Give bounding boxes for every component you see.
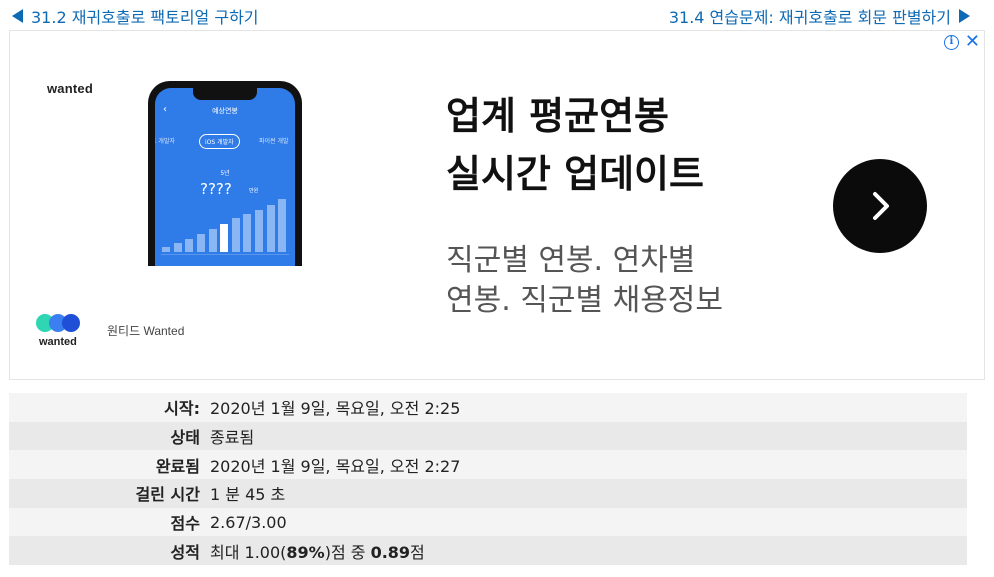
grade-suffix: 점 <box>410 542 425 562</box>
phone-chart-axis <box>161 254 289 260</box>
summary-row-grade: 성적 최대 1.00(89%)점 중 0.89점 <box>9 536 967 566</box>
summary-label: 상태 <box>9 421 208 451</box>
ad-cta-button[interactable] <box>833 159 927 253</box>
phone-notch <box>193 88 257 100</box>
advertisement-banner[interactable]: i ✕ wanted ‹ 예상연봉 드 개발자 iOS 개발자 파이썬 개발 5… <box>9 30 985 380</box>
phone-chart-bar <box>231 218 240 252</box>
phone-title: 예상연봉 <box>212 107 238 115</box>
brand-name: wanted <box>39 336 77 348</box>
phone-tab: 드 개발자 <box>155 138 175 145</box>
next-lesson-label: 31.4 연습문제: 재귀호출로 회문 판별하기 <box>668 8 951 27</box>
phone-salary-chart <box>161 192 289 252</box>
grade-middle: )점 중 <box>324 542 371 562</box>
grade-percent: 89% <box>286 542 325 562</box>
ad-subtext-line: 연봉. 직군별 채용정보 <box>446 283 724 318</box>
summary-label: 완료됨 <box>9 450 208 480</box>
summary-row: 상태 종료됨 <box>9 421 967 451</box>
summary-label: 점수 <box>9 507 208 537</box>
next-lesson-link[interactable]: 31.4 연습문제: 재귀호출로 회문 판별하기 <box>669 4 970 28</box>
prev-lesson-label: 31.2 재귀호출로 팩토리얼 구하기 <box>31 8 259 27</box>
phone-chart-bar <box>162 247 170 252</box>
wanted-logo: wanted <box>47 81 93 96</box>
phone-chart-bar <box>243 214 252 252</box>
phone-screen: ‹ 예상연봉 드 개발자 iOS 개발자 파이썬 개발 5년 ???? 만원 <box>155 88 295 266</box>
summary-row: 점수 2.67/3.00 <box>9 507 967 537</box>
phone-tabs: 드 개발자 iOS 개발자 파이썬 개발 <box>155 134 295 150</box>
phone-chart-bar <box>255 210 264 252</box>
brand-dot <box>62 314 80 332</box>
summary-value: 종료됨 <box>208 421 967 451</box>
grade-label: 성적 <box>9 536 208 566</box>
grade-score: 0.89 <box>370 542 411 562</box>
phone-chart-bar <box>173 243 182 252</box>
summary-label: 시작: <box>9 393 208 422</box>
ad-controls: i ✕ <box>943 33 980 51</box>
phone-chart-bar <box>196 234 205 252</box>
phone-chart-bar <box>220 224 229 252</box>
ad-subtext-line: 직군별 연봉. 연차별 <box>446 243 696 278</box>
summary-value: 1 분 45 초 <box>208 479 967 508</box>
ad-headline: 업계 평균연봉 실시간 업데이트 <box>446 87 704 203</box>
phone-tab: 파이썬 개발 <box>259 138 289 145</box>
ad-headline-line: 업계 평균연봉 <box>446 94 669 138</box>
arrow-right-icon <box>959 9 970 23</box>
ad-subtext: 직군별 연봉. 연차별 연봉. 직군별 채용정보 <box>446 241 723 321</box>
phone-chart-bar <box>185 239 194 252</box>
chevron-right-icon <box>873 192 889 220</box>
summary-value: 2020년 1월 9일, 목요일, 오전 2:25 <box>208 393 967 422</box>
arrow-left-icon <box>12 9 23 23</box>
grade-prefix: 최대 1.00( <box>210 542 287 562</box>
ad-info-icon[interactable]: i <box>943 34 959 50</box>
summary-value: 2.67/3.00 <box>208 507 967 537</box>
ad-headline-line: 실시간 업데이트 <box>446 152 704 196</box>
phone-year-label: 5년 <box>220 170 230 177</box>
summary-row: 시작: 2020년 1월 9일, 목요일, 오전 2:25 <box>9 393 967 422</box>
grade-value: 최대 1.00(89%)점 중 0.89점 <box>208 536 967 566</box>
wanted-brand-icon <box>36 314 80 332</box>
phone-mockup-image: ‹ 예상연봉 드 개발자 iOS 개발자 파이썬 개발 5년 ???? 만원 <box>148 81 302 266</box>
summary-row: 걸린 시간 1 분 45 초 <box>9 479 967 508</box>
phone-chart-bar <box>266 205 275 252</box>
phone-tab-active: iOS 개발자 <box>199 134 240 149</box>
summary-row: 완료됨 2020년 1월 9일, 목요일, 오전 2:27 <box>9 450 967 480</box>
ad-close-icon[interactable]: ✕ <box>965 33 980 51</box>
summary-label: 걸린 시간 <box>9 479 208 508</box>
prev-lesson-link[interactable]: 31.2 재귀호출로 팩토리얼 구하기 <box>12 4 259 28</box>
summary-value: 2020년 1월 9일, 목요일, 오전 2:27 <box>208 450 967 480</box>
phone-chart-bar <box>208 229 217 252</box>
attempt-summary-table: 시작: 2020년 1월 9일, 목요일, 오전 2:25 상태 종료됨 완료됨… <box>9 393 967 566</box>
advertiser-name[interactable]: 원티드 Wanted <box>107 322 184 339</box>
phone-chart-bar <box>278 199 287 252</box>
